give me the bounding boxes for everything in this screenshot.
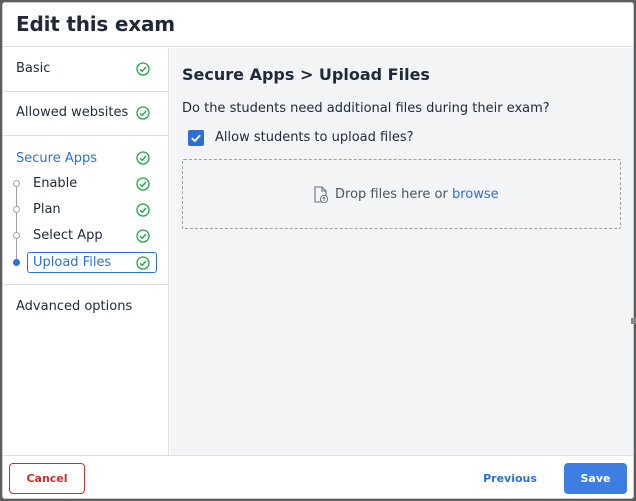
sidebar-item-label: Basic bbox=[16, 61, 51, 76]
checkmark-icon bbox=[191, 134, 201, 143]
main-content: Secure Apps > Upload Files Do the studen… bbox=[170, 48, 633, 455]
sidebar-item-label: Allowed websites bbox=[16, 105, 129, 120]
check-circle-icon bbox=[136, 177, 150, 191]
check-circle-icon bbox=[136, 203, 150, 217]
dialog-header: Edit this exam bbox=[3, 3, 633, 47]
save-button[interactable]: Save bbox=[564, 463, 627, 494]
sidebar-subitem-select-app[interactable]: Select App bbox=[3, 225, 169, 247]
file-dropzone[interactable]: Drop files here or browse bbox=[182, 159, 621, 229]
step-dot-active bbox=[13, 259, 20, 266]
sidebar-item-secure-apps[interactable]: Secure Apps bbox=[3, 136, 169, 166]
dropzone-text: Drop files here or browse bbox=[335, 187, 499, 202]
sidebar-subitem-label: Select App bbox=[33, 228, 103, 243]
browse-link[interactable]: browse bbox=[452, 187, 499, 202]
sidebar-subitem-upload-files[interactable] bbox=[27, 252, 157, 273]
sidebar-item-allowed-websites[interactable]: Allowed websites bbox=[3, 92, 169, 135]
check-circle-icon bbox=[136, 229, 150, 243]
allow-upload-checkbox[interactable] bbox=[188, 130, 204, 146]
sidebar-item-advanced-options[interactable]: Advanced options bbox=[3, 285, 169, 328]
check-circle-icon bbox=[136, 62, 150, 76]
sidebar: Basic Allowed websites Secure Apps Enabl… bbox=[3, 48, 169, 455]
edit-exam-dialog: Edit this exam Basic Allowed websites Se… bbox=[2, 2, 634, 499]
sidebar-subitem-plan[interactable]: Plan bbox=[3, 199, 169, 221]
sidebar-item-basic[interactable]: Basic bbox=[3, 48, 169, 91]
previous-button[interactable]: Previous bbox=[477, 463, 543, 494]
dropzone-instruction: Drop files here or bbox=[335, 187, 452, 202]
check-circle-icon bbox=[136, 106, 150, 120]
file-upload-icon bbox=[313, 186, 329, 204]
question-text: Do the students need additional files du… bbox=[182, 101, 550, 116]
allow-upload-label[interactable]: Allow students to upload files? bbox=[215, 130, 414, 145]
check-circle-icon bbox=[136, 151, 150, 165]
page-title: Secure Apps > Upload Files bbox=[182, 65, 430, 84]
sidebar-subitem-label: Enable bbox=[33, 176, 78, 191]
sidebar-item-label: Secure Apps bbox=[16, 151, 97, 166]
cancel-button[interactable]: Cancel bbox=[9, 463, 85, 494]
dialog-footer: Cancel Previous Save bbox=[3, 455, 633, 498]
resize-handle bbox=[631, 318, 636, 324]
sidebar-item-label: Advanced options bbox=[16, 299, 133, 314]
dialog-title: Edit this exam bbox=[16, 12, 175, 36]
sidebar-subitem-label: Plan bbox=[33, 202, 61, 217]
sidebar-subitem-enable[interactable]: Enable bbox=[3, 173, 169, 195]
